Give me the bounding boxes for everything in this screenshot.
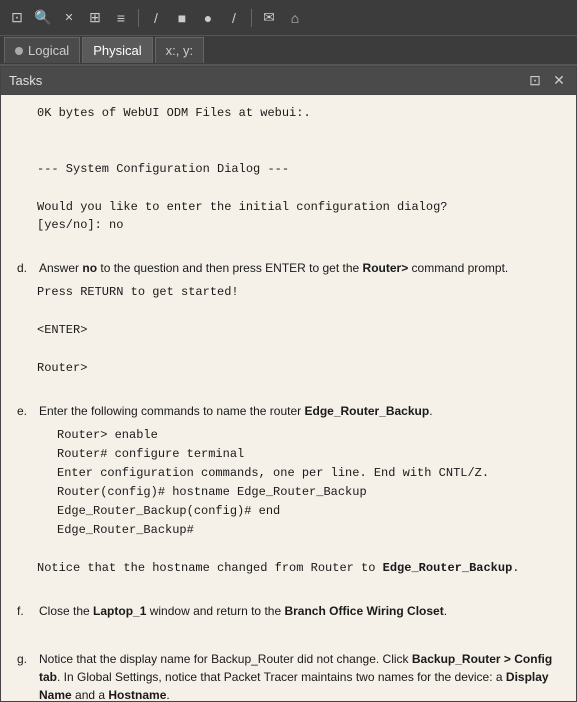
router-prompt: Router>	[37, 359, 560, 377]
intro-line: 0K bytes of WebUI ODM Files at webui:.	[37, 104, 560, 122]
toolbar: ⊡ 🔍 ✕ ⊞ ≡ / ■ ● / ✉ ⌂	[0, 0, 577, 36]
step-e: e. Enter the following commands to name …	[17, 402, 560, 420]
cmd-4: Router(config)# hostname Edge_Router_Bac…	[57, 483, 560, 501]
close-small-icon[interactable]: ✕	[58, 7, 80, 29]
step-d-label: d.	[17, 259, 31, 277]
step-f-label: f.	[17, 602, 31, 620]
notice-hostname: Notice that the hostname changed from Ro…	[37, 559, 560, 577]
dialog-question: Would you like to enter the initial conf…	[37, 198, 560, 234]
cmd-2: Router# configure terminal	[57, 445, 560, 463]
step-f: f. Close the Laptop_1 window and return …	[17, 602, 560, 620]
menu-icon[interactable]: ≡	[110, 7, 132, 29]
step-d: d. Answer no to the question and then pr…	[17, 259, 560, 277]
pen-icon[interactable]: /	[145, 7, 167, 29]
tab-bar: Logical Physical x:, y:	[0, 36, 577, 66]
panel-content[interactable]: 0K bytes of WebUI ODM Files at webui:. -…	[1, 95, 576, 701]
tab-coordinates[interactable]: x:, y:	[155, 37, 204, 63]
circle-icon[interactable]: ●	[197, 7, 219, 29]
tab-logical-label: Logical	[28, 43, 69, 58]
tab-logical[interactable]: Logical	[4, 37, 80, 63]
tab-logical-dot	[15, 47, 23, 55]
step-f-content: Close the Laptop_1 window and return to …	[39, 602, 560, 620]
cmd-6: Edge_Router_Backup#	[57, 521, 560, 539]
step-e-content: Enter the following commands to name the…	[39, 402, 560, 420]
tab-physical[interactable]: Physical	[82, 37, 152, 63]
grid-icon[interactable]: ⊞	[84, 7, 106, 29]
panel-controls: ⊡ ✕	[526, 72, 568, 90]
slash-icon[interactable]: /	[223, 7, 245, 29]
mail-icon[interactable]: ✉	[258, 7, 280, 29]
search-icon[interactable]: 🔍	[32, 7, 54, 29]
tab-physical-label: Physical	[93, 43, 141, 58]
separator-1	[138, 9, 139, 27]
cmd-5: Edge_Router_Backup(config)# end	[57, 502, 560, 520]
step-g-label: g.	[17, 650, 31, 701]
cmd-1: Router> enable	[57, 426, 560, 444]
panel-header: Tasks ⊡ ✕	[1, 67, 576, 95]
step-g-content: Notice that the display name for Backup_…	[39, 650, 560, 701]
separator-2	[251, 9, 252, 27]
select-icon[interactable]: ⊡	[6, 7, 28, 29]
step-g: g. Notice that the display name for Back…	[17, 650, 560, 701]
enter-cmd: <ENTER>	[37, 321, 560, 339]
maximize-icon[interactable]: ⊡	[526, 72, 544, 90]
press-return: Press RETURN to get started!	[37, 283, 560, 301]
dialog-header: --- System Configuration Dialog ---	[37, 160, 560, 178]
tasks-panel: Tasks ⊡ ✕ 0K bytes of WebUI ODM Files at…	[0, 66, 577, 702]
cmd-3: Enter configuration commands, one per li…	[57, 464, 560, 482]
tab-coordinates-label: x:, y:	[166, 43, 193, 58]
panel-close-icon[interactable]: ✕	[550, 72, 568, 90]
home-icon[interactable]: ⌂	[284, 7, 306, 29]
rect-icon[interactable]: ■	[171, 7, 193, 29]
panel-title: Tasks	[9, 73, 42, 88]
step-e-label: e.	[17, 402, 31, 420]
step-d-content: Answer no to the question and then press…	[39, 259, 560, 277]
